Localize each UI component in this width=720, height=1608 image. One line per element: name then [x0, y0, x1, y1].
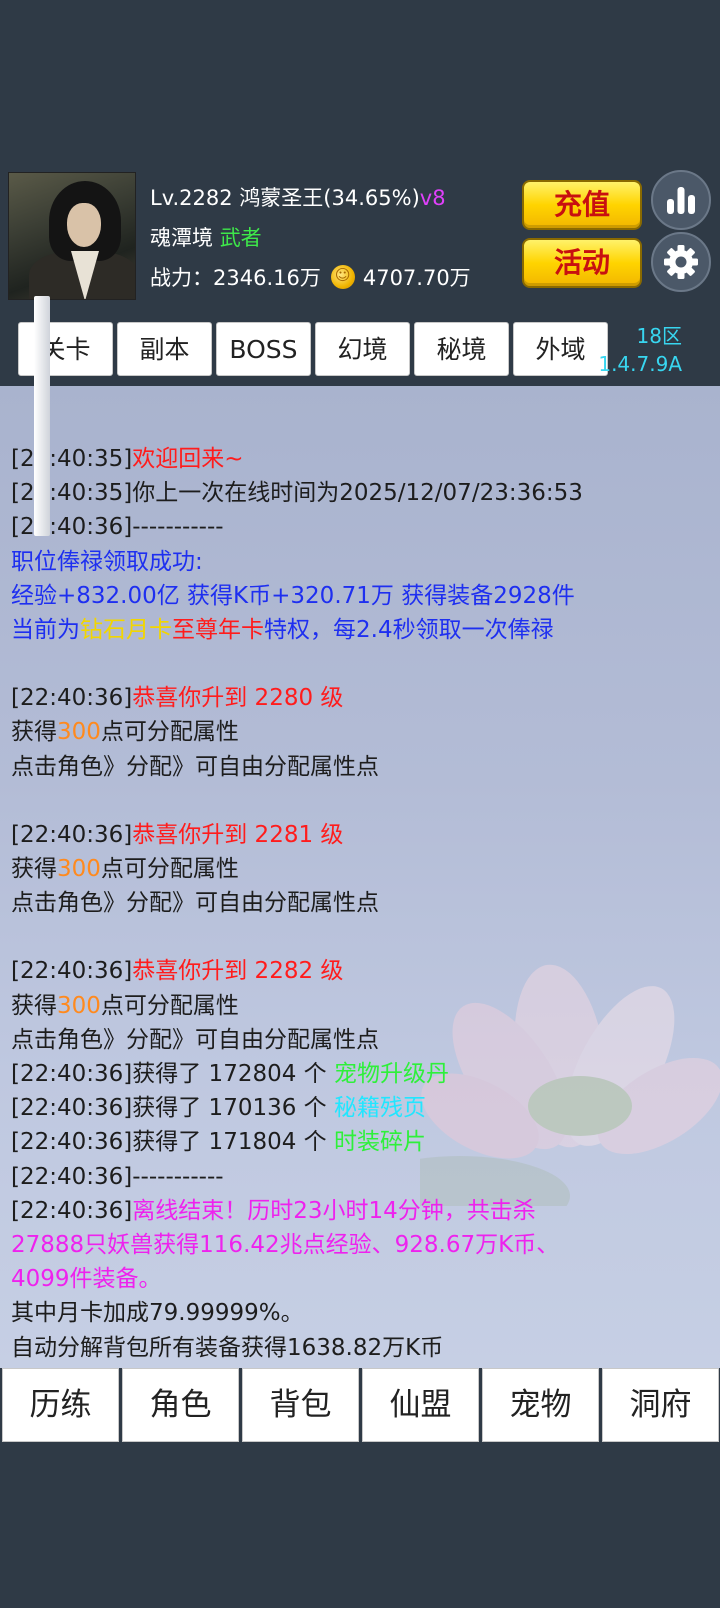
- log-line: 自动分解背包所有装备获得1638.82万K币: [11, 1334, 444, 1361]
- gold-amount: 4707.70万: [362, 266, 471, 290]
- player-power-line: 战力：2346.16万 4707.70万: [150, 262, 471, 292]
- nav-backpack[interactable]: 背包: [242, 1368, 359, 1442]
- gold-coin-icon: [330, 265, 355, 289]
- log-line: 27888只妖兽获得116.42兆点经验、928.67万K币、: [11, 1232, 560, 1259]
- nav-pet[interactable]: 宠物: [482, 1368, 599, 1442]
- nav-alliance[interactable]: 仙盟: [362, 1368, 479, 1442]
- nav-cave-mansion[interactable]: 洞府: [602, 1368, 719, 1442]
- recharge-button[interactable]: 充值: [522, 180, 642, 230]
- log-line: [22:40:35]欢迎回来~: [11, 446, 244, 472]
- log-line: [22:40:36]获得了 170136 个 秘籍残页: [11, 1095, 426, 1122]
- log-lines: [22:40:35]欢迎回来~ [22:40:35]你上一次在线时间为2025/…: [11, 442, 711, 1365]
- log-line: 4099件装备。: [11, 1266, 162, 1293]
- log-line: 当前为钻石月卡至尊年卡特权，每2.4秒领取一次俸禄: [11, 617, 554, 644]
- log-line: 职位俸禄领取成功:: [11, 548, 203, 575]
- tab-dungeon[interactable]: 副本: [117, 322, 212, 376]
- ranking-button[interactable]: [651, 170, 711, 230]
- player-level: Lv.2282: [150, 186, 233, 210]
- log-line: [22:40:36]-----------: [11, 1163, 224, 1190]
- log-line: [22:40:36]恭喜你升到 2281 级: [11, 821, 344, 848]
- tab-illusion[interactable]: 幻境: [315, 322, 410, 376]
- server-info: 18区 1.4.7.9A: [598, 322, 682, 378]
- player-header: Lv.2282 鸿蒙圣王(34.65%)v8 魂潭境 武者 战力：2346.16…: [0, 170, 720, 310]
- activity-button[interactable]: 活动: [522, 238, 642, 288]
- tab-stage[interactable]: 关卡: [18, 322, 113, 376]
- log-line: 获得300点可分配属性: [11, 992, 239, 1019]
- player-avatar[interactable]: [8, 172, 136, 300]
- bottom-nav-bar: 历练 角色 背包 仙盟 宠物 洞府: [0, 1368, 720, 1444]
- log-line: 经验+832.00亿 获得K币+320.71万 获得装备2928件: [11, 582, 575, 609]
- top-tab-bar: 关卡 副本 BOSS 幻境 秘境 外域: [18, 322, 608, 376]
- player-rank: 武者: [219, 226, 262, 250]
- log-line: [22:40:36]离线结束！历时23小时14分钟，共击杀: [11, 1197, 536, 1224]
- player-realm: 魂潭境: [150, 226, 213, 250]
- power-value: 2346.16万: [213, 266, 321, 290]
- player-realm-line: 魂潭境 武者: [150, 222, 262, 252]
- log-line: 点击角色》分配》可自由分配属性点: [11, 753, 379, 780]
- tab-boss[interactable]: BOSS: [216, 322, 311, 376]
- log-line: [22:40:36]获得了 171804 个 时装碎片: [11, 1129, 426, 1156]
- message-log[interactable]: [22:40:35]欢迎回来~ [22:40:35]你上一次在线时间为2025/…: [0, 386, 720, 1368]
- log-line: [22:40:36]恭喜你升到 2280 级: [11, 685, 344, 712]
- log-line: 获得300点可分配属性: [11, 856, 239, 883]
- vip-badge: v8: [419, 186, 446, 210]
- server-zone: 18区: [636, 324, 682, 348]
- log-line: [22:40:36]恭喜你升到 2282 级: [11, 958, 344, 985]
- log-line: [22:40:36]-----------: [11, 514, 224, 541]
- log-line: [22:40:36]获得了 172804 个 宠物升级丹: [11, 1061, 449, 1088]
- player-level-line: Lv.2282 鸿蒙圣王(34.65%)v8: [150, 182, 446, 212]
- game-version: 1.4.7.9A: [598, 352, 682, 376]
- nav-training[interactable]: 历练: [2, 1368, 119, 1442]
- settings-button[interactable]: [651, 232, 711, 292]
- log-line: 其中月卡加成79.99999%。: [11, 1300, 304, 1327]
- scrollbar-thumb[interactable]: [34, 296, 50, 536]
- log-line: 点击角色》分配》可自由分配属性点: [11, 890, 379, 917]
- gear-icon: [664, 245, 698, 279]
- player-title: 鸿蒙圣王(34.65%): [239, 186, 420, 210]
- tab-secret-realm[interactable]: 秘境: [414, 322, 509, 376]
- log-line: 点击角色》分配》可自由分配属性点: [11, 1026, 379, 1053]
- bar-chart-icon: [667, 187, 695, 214]
- log-line: [22:40:35]你上一次在线时间为2025/12/07/23:36:53: [11, 480, 583, 507]
- log-line: 获得300点可分配属性: [11, 719, 239, 746]
- power-label: 战力：: [150, 266, 213, 290]
- nav-character[interactable]: 角色: [122, 1368, 239, 1442]
- tab-outer-domain[interactable]: 外域: [513, 322, 608, 376]
